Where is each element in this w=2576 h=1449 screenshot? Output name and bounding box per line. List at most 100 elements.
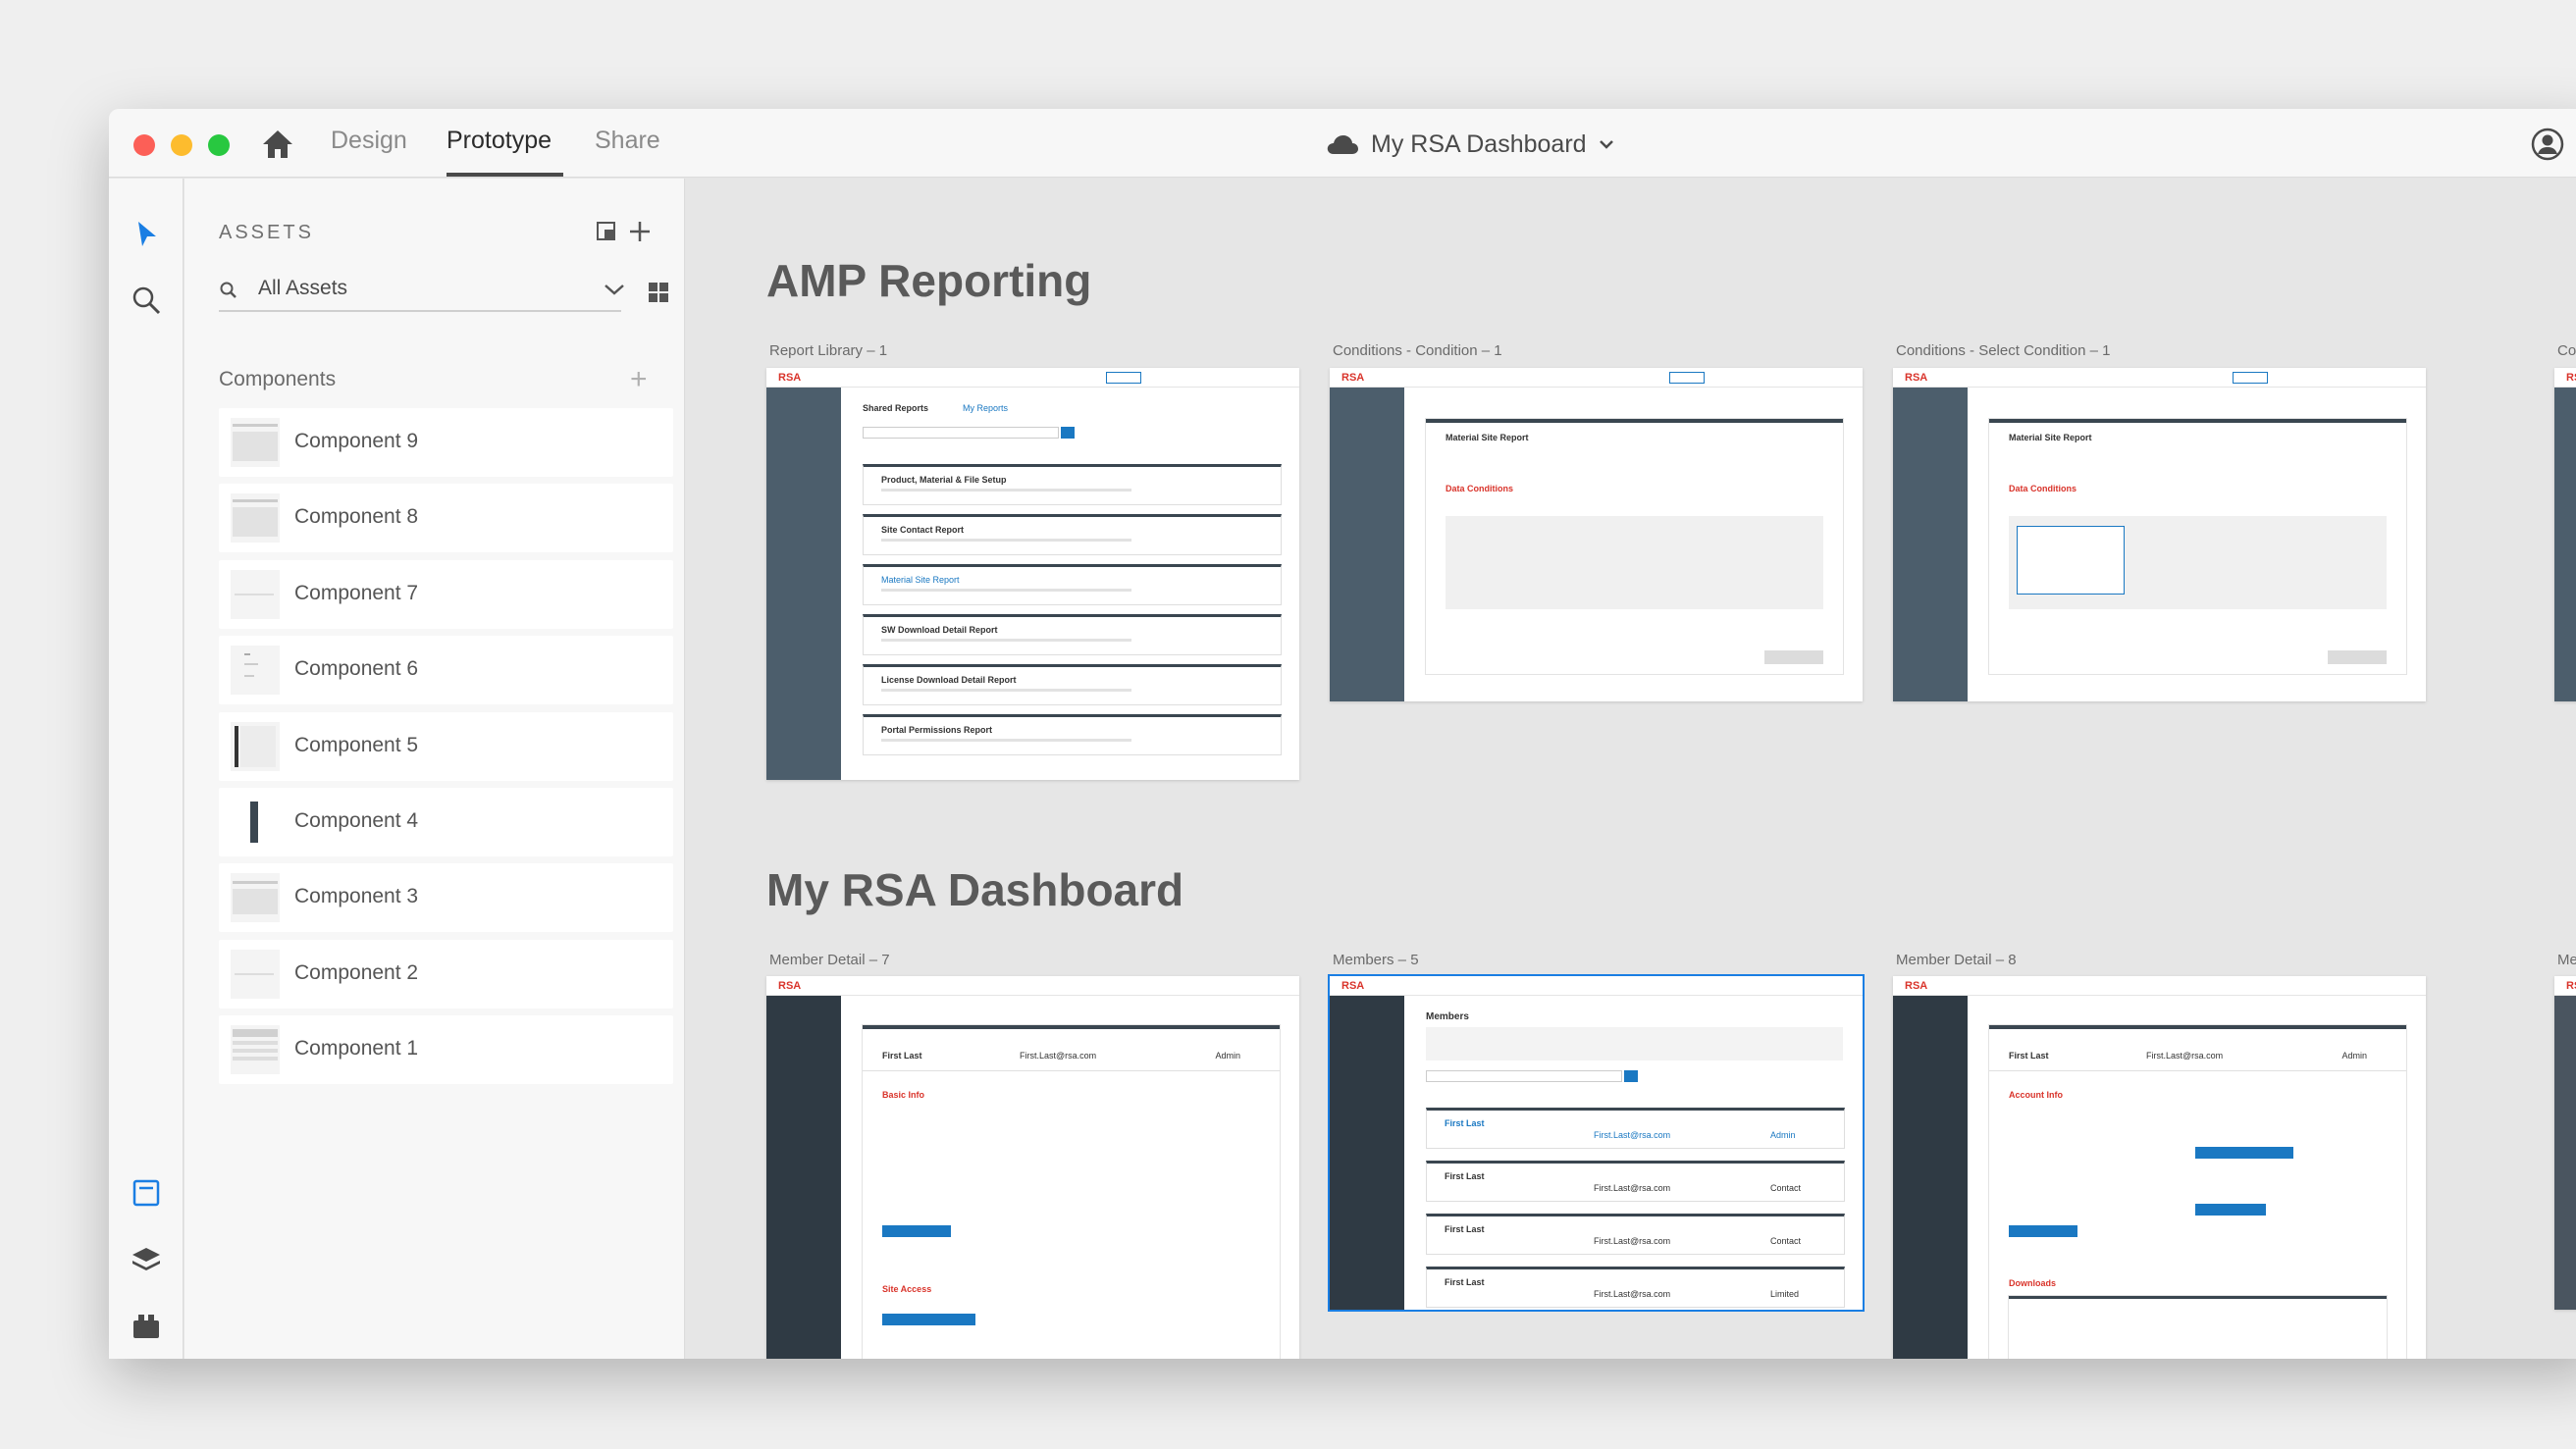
list-item[interactable]: Component 7 [219,559,673,629]
tab-prototype[interactable]: Prototype [447,127,552,155]
mock-sidebar [766,388,841,780]
assets-panel: ASSETS All Assets Components + Component… [184,179,685,1359]
component-thumbnail [231,418,280,467]
cloud-icon [1327,135,1358,154]
document-title-dropdown[interactable]: My RSA Dashboard [1326,129,1614,160]
mock-button [2328,650,2387,664]
design-canvas[interactable]: AMP Reporting Report Library – 1 RSA Sha… [686,179,2576,1359]
list-item[interactable]: Component 1 [219,1015,673,1085]
mock-sidebar [2554,996,2576,1310]
tab-design[interactable]: Design [331,127,407,155]
chevron-down-icon [1599,140,1613,149]
mock-header: RSA [766,368,1299,388]
asset-filter-dropdown[interactable]: All Assets [219,267,624,312]
mock-logo: RSA [778,372,802,384]
artboard-label[interactable]: Member Detail – 2 [2557,952,2576,968]
list-item[interactable]: Component 3 [219,863,673,933]
mock-section-title: Basic Info [882,1090,925,1100]
list-item[interactable]: Component 4 [219,787,673,856]
add-asset-icon[interactable] [628,220,652,243]
list-item[interactable]: Component 6 [219,636,673,705]
home-icon[interactable] [261,129,294,160]
list-item[interactable]: Component 2 [219,939,673,1009]
mock-search [863,427,1059,439]
grid-view-icon[interactable] [648,282,669,303]
chevron-down-icon [605,285,624,295]
artboard-report-library[interactable]: RSA Shared Reports My Reports Product, M… [766,368,1299,780]
artboard-label[interactable]: Conditions - Actio [2557,342,2576,359]
select-arrow-icon[interactable] [130,218,163,251]
artboard-label[interactable]: Member Detail – 7 [769,952,890,968]
artboard-select-condition[interactable]: RSA Material Site Report Data Conditions [1893,368,2426,701]
artboard-member-detail-8[interactable]: RSA First Last First.Last@rsa.com Admin … [1893,976,2426,1359]
mock-report-row: License Download Detail Report [863,664,1282,705]
close-window-button[interactable] [133,134,155,156]
section-title: My RSA Dashboard [766,864,1184,915]
artboard-label[interactable]: Members – 5 [1333,952,1419,968]
component-label: Component 5 [294,733,419,756]
component-label: Component 2 [294,960,419,984]
layers-icon[interactable] [130,1243,163,1276]
mock-member-row: First Last First.Last@rsa.com Admin [1426,1108,1845,1149]
section-title: AMP Reporting [766,255,1092,306]
maximize-window-button[interactable] [208,134,230,156]
artboard-label[interactable]: Conditions - Condition – 1 [1333,342,1502,359]
mock-button [2009,1225,2077,1237]
app-window: Design Prototype Share My RSA Dashboard [109,109,2576,1359]
artboard-conditions[interactable]: RSA Material Site Report Data Conditions [1330,368,1863,701]
mock-button [2195,1147,2293,1159]
mock-dropdown-open [2017,526,2125,595]
mock-logo: RSA [1905,372,1928,384]
mock-sidebar [1330,996,1404,1310]
mock-section-title: Downloads [2009,1278,2057,1288]
mock-sidebar [766,996,841,1359]
add-component-button[interactable]: + [630,365,648,394]
document-title: My RSA Dashboard [1371,129,1587,158]
open-library-icon[interactable] [595,220,618,243]
mock-email: First.Last@rsa.com [2146,1051,2224,1061]
mock-heading: Members [1426,1011,1469,1022]
mock-logo: RSA [778,980,802,992]
artboard-member-detail-2[interactable]: RSA [2554,976,2576,1310]
artboard-label[interactable]: Member Detail – 8 [1896,952,2017,968]
mock-subheading: Data Conditions [2009,484,2077,493]
artboard-label[interactable]: Report Library – 1 [769,342,887,359]
mock-header: RSA [2554,976,2576,996]
component-thumbnail [231,493,280,543]
mock-sidebar [1893,996,1968,1359]
mock-header: RSA [1330,368,1863,388]
component-label: Component 8 [294,505,419,529]
mock-name: First Last [882,1051,922,1061]
mock-section-title: Account Info [2009,1090,2063,1100]
list-item[interactable]: Component 9 [219,408,673,477]
minimize-window-button[interactable] [171,134,192,156]
mock-tab: Shared Reports [863,403,929,413]
components-title: Components [219,368,337,390]
artboard-label[interactable]: Conditions - Select Condition – 1 [1896,342,2110,359]
mock-section-title: Site Access [882,1284,932,1294]
mock-report-row: Portal Permissions Report [863,714,1282,755]
component-thumbnail [231,1025,280,1075]
artboard-member-detail-7[interactable]: RSA First Last First.Last@rsa.com Admin … [766,976,1299,1359]
component-label: Component 6 [294,657,419,681]
mock-sidebar [2554,388,2576,701]
tab-share[interactable]: Share [595,127,660,155]
list-item[interactable]: Component 8 [219,484,673,553]
component-thumbnail [231,949,280,999]
artboard-members-5[interactable]: RSA Members First Last First.Last@rsa.com… [1330,976,1863,1310]
assets-panel-icon[interactable] [130,1176,163,1210]
mock-condition-box [1446,516,1823,609]
artboard-conditions-action[interactable]: RSA [2554,368,2576,701]
active-tab-indicator [447,173,563,177]
mock-logo: RSA [2566,372,2576,384]
plugins-icon[interactable] [130,1310,163,1343]
asset-filter-label: All Assets [258,277,348,299]
mock-report-row: Product, Material & File Setup [863,464,1282,505]
mock-report-row: Site Contact Report [863,514,1282,555]
list-item[interactable]: Component 5 [219,711,673,781]
mock-header: RSA [2554,368,2576,388]
user-account-icon[interactable] [2531,128,2564,161]
mock-name: First Last [2009,1051,2049,1061]
search-icon[interactable] [130,284,163,317]
assets-title: ASSETS [219,222,314,243]
